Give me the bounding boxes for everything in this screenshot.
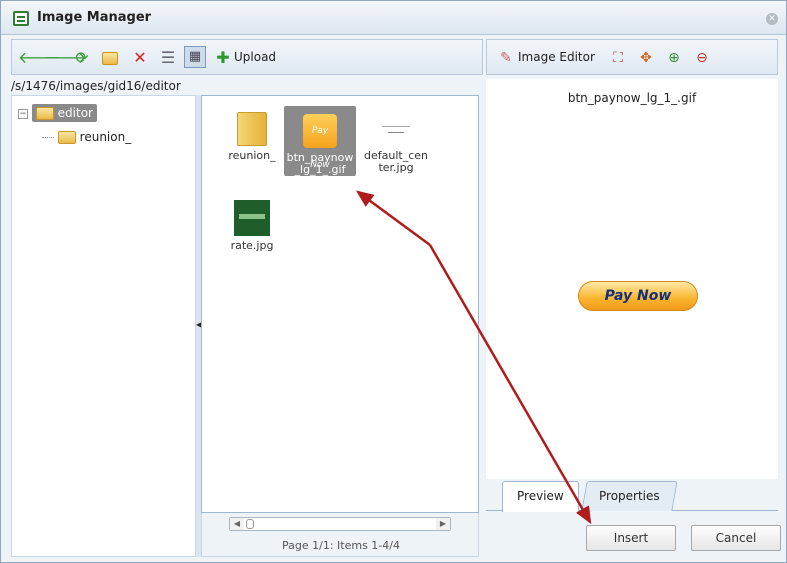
file-toolbar: 🡐 🡒 ⟳ ✕ ☰ ▦ ✚ Upload xyxy=(11,39,483,75)
file-item-rate[interactable]: rate.jpg xyxy=(216,194,288,254)
folder-tree: − editor reunion_ xyxy=(11,95,196,557)
file-thumbnail xyxy=(234,200,270,236)
window-title: Image Manager xyxy=(37,10,152,25)
cancel-button[interactable]: Cancel xyxy=(691,525,781,551)
thumbnail-view-icon[interactable]: ▦ xyxy=(184,46,206,68)
refresh-icon[interactable]: ⟳ xyxy=(72,48,92,68)
tab-properties[interactable]: Properties xyxy=(581,481,678,511)
forward-arrow-icon[interactable]: 🡒 xyxy=(44,48,87,68)
file-item-btn-paynow[interactable]: Pay Now btn_paynow_lg_1_.gif xyxy=(284,106,356,176)
close-icon[interactable]: ✕ xyxy=(766,13,778,25)
action-bar: Insert Cancel xyxy=(486,513,781,557)
back-arrow-icon[interactable]: 🡐 xyxy=(18,48,61,68)
image-editor-icon[interactable]: ✎ xyxy=(497,48,515,68)
zoom-in-icon[interactable]: ⊕ xyxy=(665,48,683,68)
folder-icon xyxy=(57,131,76,144)
image-editor-button[interactable]: Image Editor xyxy=(518,50,595,64)
crop-icon[interactable]: ⛶ xyxy=(609,48,627,68)
tab-properties-label: Properties xyxy=(599,489,660,503)
image-editor-toolbar: ✎ Image Editor ⛶ ✥ ⊕ ⊖ xyxy=(486,39,778,75)
tree-item-reunion[interactable]: reunion_ xyxy=(42,130,131,144)
file-name: rate.jpg xyxy=(230,239,274,252)
list-view-icon[interactable]: ☰ xyxy=(158,48,178,68)
scroll-left-icon[interactable]: ◀ xyxy=(230,518,244,530)
fit-icon[interactable]: ✥ xyxy=(637,48,655,68)
file-thumbnail: Pay Now xyxy=(303,114,337,170)
scroll-right-icon[interactable]: ▶ xyxy=(436,518,450,530)
zoom-out-icon[interactable]: ⊖ xyxy=(693,48,711,68)
new-folder-icon[interactable] xyxy=(100,48,120,68)
upload-icon[interactable]: ✚ xyxy=(214,48,232,68)
file-item-reunion[interactable]: reunion_ xyxy=(216,106,288,176)
file-item-default-center[interactable]: default_center.jpg xyxy=(360,106,432,176)
folder-icon xyxy=(237,112,267,146)
delete-icon[interactable]: ✕ xyxy=(130,48,150,68)
window-icon xyxy=(13,11,29,26)
insert-button[interactable]: Insert xyxy=(586,525,676,551)
preview-filename: btn_paynow_lg_1_.gif xyxy=(567,91,697,105)
file-name: default_center.jpg xyxy=(364,149,428,174)
file-grid: reunion_ Pay Now btn_paynow_lg_1_.gif de… xyxy=(201,95,479,513)
tree-root-label: editor xyxy=(57,106,93,120)
file-thumbnail xyxy=(376,112,416,146)
collapse-icon[interactable]: − xyxy=(18,108,28,119)
upload-button[interactable]: Upload xyxy=(234,50,276,64)
title-bar: Image Manager ✕ xyxy=(1,1,786,35)
file-name: btn_paynow_lg_1_.gif xyxy=(286,151,354,176)
scroll-thumb[interactable] xyxy=(246,519,254,529)
current-path: /s/1476/images/gid16/editor xyxy=(11,79,181,93)
pager-status: Page 1/1: Items 1-4/4 xyxy=(282,539,400,552)
image-preview-pane: btn_paynow_lg_1_.gif Pay Now xyxy=(486,79,778,479)
tab-preview-label: Preview xyxy=(517,489,564,503)
editor-tabs: Preview Properties xyxy=(486,479,778,512)
pager: ◀ ▶ Page 1/1: Items 1-4/4 xyxy=(201,513,479,557)
preview-image: Pay Now xyxy=(578,281,698,311)
image-manager-window: Image Manager ✕ 🡐 🡒 ⟳ ✕ ☰ ▦ ✚ Upload ✎ I… xyxy=(0,0,787,563)
horizontal-scrollbar[interactable]: ◀ ▶ xyxy=(229,517,451,531)
tree-root[interactable]: − editor xyxy=(18,104,97,122)
tab-preview[interactable]: Preview xyxy=(502,481,579,512)
folder-icon xyxy=(35,107,54,120)
file-name: reunion_ xyxy=(228,149,276,162)
tree-item-label: reunion_ xyxy=(79,130,132,144)
